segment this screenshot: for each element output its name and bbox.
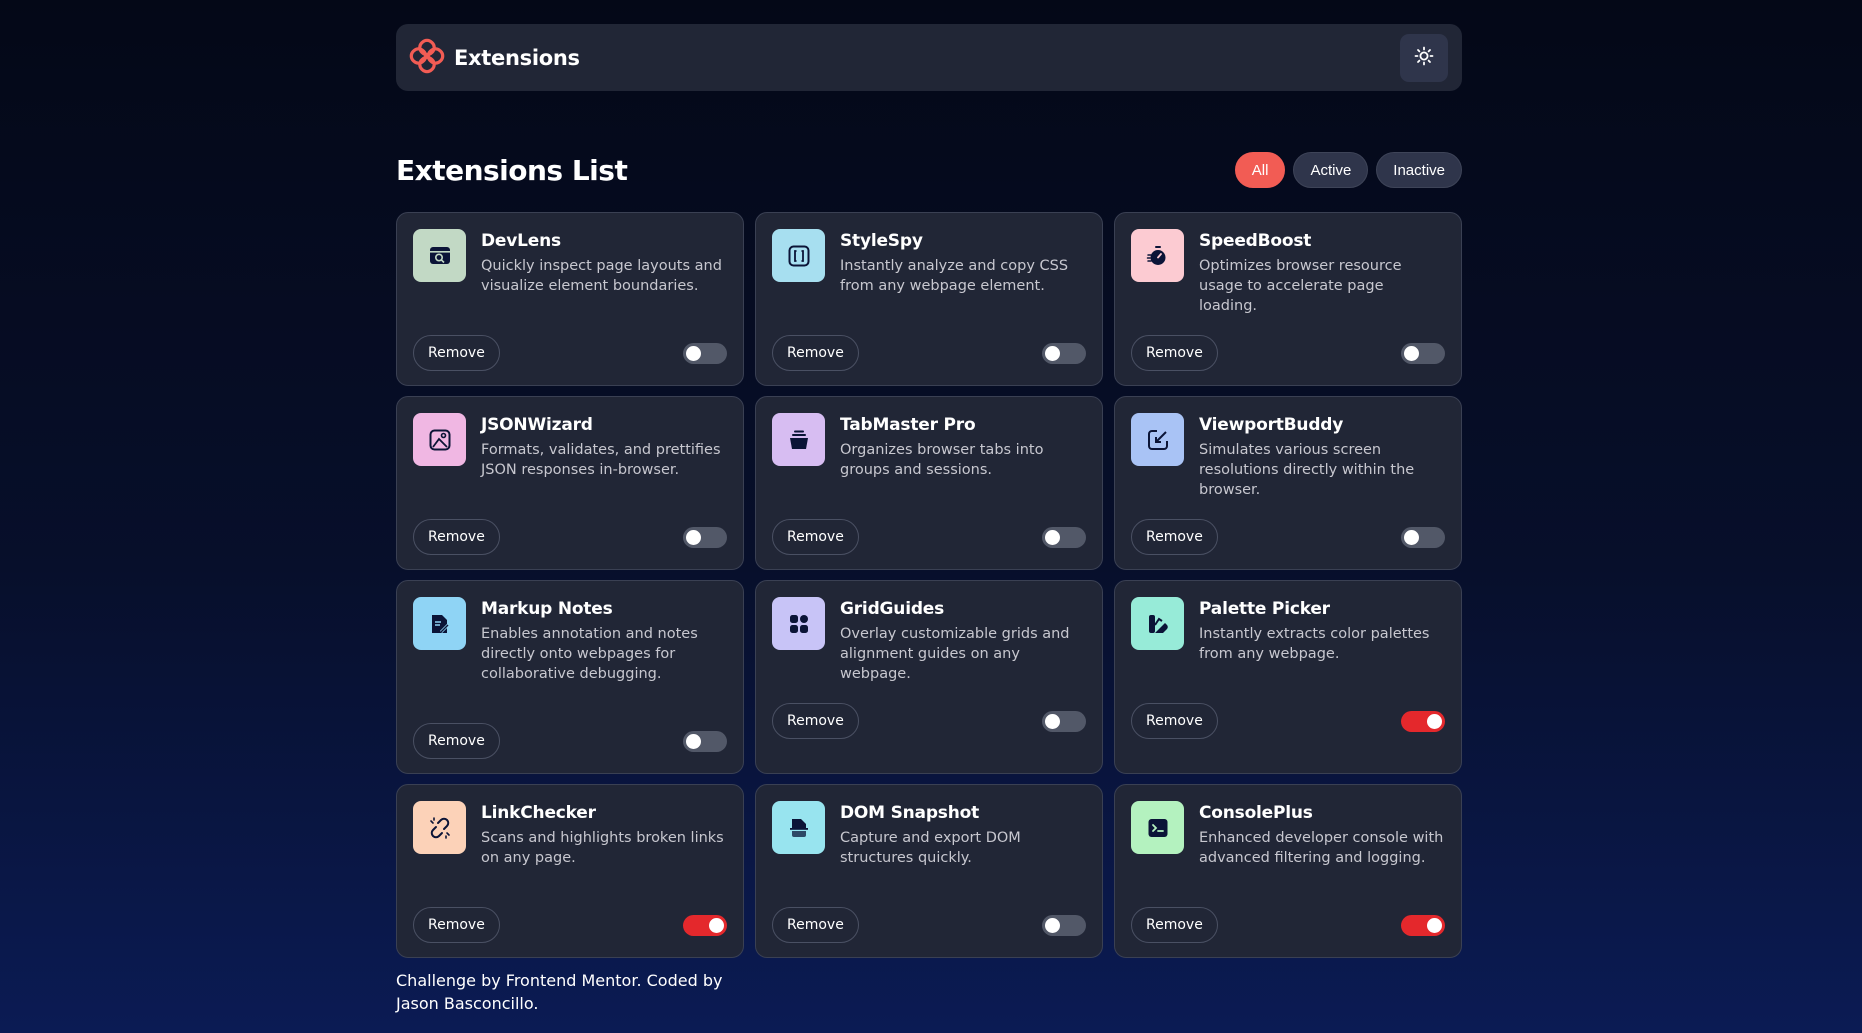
filter-active-button[interactable]: Active [1293,152,1369,188]
extension-description: Enables annotation and notes directly on… [481,626,698,682]
extension-card-tabmaster-pro: TabMaster Pro Organizes browser tabs int… [755,396,1103,570]
extension-card-consoleplus: ConsolePlus Enhanced developer console w… [1114,784,1462,958]
extension-toggle[interactable] [683,526,727,548]
filter-all-button[interactable]: All [1234,152,1286,188]
extension-toggle[interactable] [1401,914,1445,936]
extension-name: Markup Notes [481,599,613,619]
brand-name: Extensions [454,45,580,70]
toggle-knob [1404,345,1419,361]
extension-toggle[interactable] [683,730,727,752]
extension-toggle[interactable] [1401,526,1445,548]
extension-description: Enhanced developer console with advanced… [1199,830,1444,866]
extension-name: ConsolePlus [1199,803,1313,823]
page: Extensions Extensions List All Active In… [396,24,1462,1015]
extension-card-stylespy: StyleSpy Instantly analyze and copy CSS … [755,212,1103,386]
extension-card-devlens: DevLens Quickly inspect page layouts and… [396,212,744,386]
top-bar: Extensions [396,24,1462,91]
remove-button[interactable]: Remove [413,723,500,759]
extension-name: Palette Picker [1199,599,1330,619]
extension-name: LinkChecker [481,803,596,823]
consoleplus-icon [1131,801,1184,854]
remove-button[interactable]: Remove [772,703,859,739]
extension-description: Organizes browser tabs into groups and s… [840,442,1044,478]
extension-toggle[interactable] [1042,526,1086,548]
gridguides-icon [772,597,825,650]
extension-description: Formats, validates, and prettifies JSON … [481,442,721,478]
brand[interactable]: Extensions [409,38,580,78]
list-header: Extensions List All Active Inactive [396,152,1462,188]
remove-button[interactable]: Remove [1131,335,1218,371]
extension-name: GridGuides [840,599,945,619]
sun-icon [1414,46,1434,70]
extension-description: Instantly extracts color palettes from a… [1199,626,1430,662]
toggle-knob [686,345,701,361]
extension-toggle[interactable] [1401,710,1445,732]
extension-toggle[interactable] [1042,342,1086,364]
remove-button[interactable]: Remove [772,907,859,943]
toggle-knob [1427,713,1442,729]
extension-description: Optimizes browser resource usage to acce… [1199,258,1402,314]
extensions-logo-icon [409,38,445,78]
theme-toggle-button[interactable] [1400,33,1448,82]
toggle-knob [1045,917,1060,933]
extension-card-jsonwizard: JSONWizard Formats, validates, and prett… [396,396,744,570]
extension-description: Overlay customizable grids and alignment… [840,626,1070,682]
extension-card-linkchecker: LinkChecker Scans and highlights broken … [396,784,744,958]
stylespy-icon [772,229,825,282]
toggle-knob [686,733,701,749]
extension-card-speedboost: SpeedBoost Optimizes browser resource us… [1114,212,1462,386]
extension-description: Capture and export DOM structures quickl… [840,830,1021,866]
extension-name: JSONWizard [481,415,593,435]
extension-name: DevLens [481,231,561,251]
extension-name: TabMaster Pro [840,415,976,435]
remove-button[interactable]: Remove [1131,907,1218,943]
page-title: Extensions List [396,153,628,187]
remove-button[interactable]: Remove [772,335,859,371]
domsnapshot-icon [772,801,825,854]
extension-description: Scans and highlights broken links on any… [481,830,724,866]
palettepicker-icon [1131,597,1184,650]
extension-name: DOM Snapshot [840,803,980,823]
extension-card-palette-picker: Palette Picker Instantly extracts color … [1114,580,1462,774]
remove-button[interactable]: Remove [413,335,500,371]
extension-toggle[interactable] [1042,914,1086,936]
devlens-icon [413,229,466,282]
toggle-knob [1045,345,1060,361]
remove-button[interactable]: Remove [772,519,859,555]
filter-inactive-button[interactable]: Inactive [1376,152,1462,188]
extension-description: Simulates various screen resolutions dir… [1199,442,1415,498]
tabmaster-icon [772,413,825,466]
speedboost-icon [1131,229,1184,282]
footer-credit: Challenge by Frontend Mentor. Coded by J… [396,971,723,1013]
linkchecker-icon [413,801,466,854]
toggle-knob [686,529,701,545]
extension-name: SpeedBoost [1199,231,1312,251]
toggle-knob [1404,529,1419,545]
extension-description: Quickly inspect page layouts and visuali… [481,258,722,294]
extension-name: StyleSpy [840,231,923,251]
extension-card-viewportbuddy: ViewportBuddy Simulates various screen r… [1114,396,1462,570]
extension-description: Instantly analyze and copy CSS from any … [840,258,1069,294]
remove-button[interactable]: Remove [1131,703,1218,739]
extension-toggle[interactable] [683,342,727,364]
toggle-knob [1427,917,1442,933]
remove-button[interactable]: Remove [413,519,500,555]
extension-card-gridguides: GridGuides Overlay customizable grids an… [755,580,1103,774]
remove-button[interactable]: Remove [1131,519,1218,555]
toggle-knob [1045,529,1060,545]
markupnotes-icon [413,597,466,650]
extension-toggle[interactable] [1042,710,1086,732]
extension-card-markup-notes: Markup Notes Enables annotation and note… [396,580,744,774]
remove-button[interactable]: Remove [413,907,500,943]
viewportbuddy-icon [1131,413,1184,466]
filter-group: All Active Inactive [1234,152,1462,188]
extension-name: ViewportBuddy [1199,415,1344,435]
extensions-grid: DevLens Quickly inspect page layouts and… [396,212,1462,958]
extension-card-dom-snapshot: DOM Snapshot Capture and export DOM stru… [755,784,1103,958]
toggle-knob [709,917,724,933]
jsonwizard-icon [413,413,466,466]
toggle-knob [1045,713,1060,729]
extension-toggle[interactable] [1401,342,1445,364]
extension-toggle[interactable] [683,914,727,936]
